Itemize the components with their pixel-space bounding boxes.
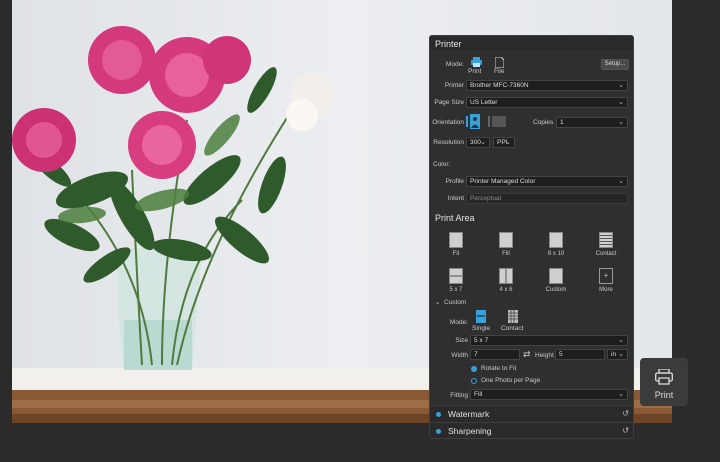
more-plus-icon: + bbox=[599, 268, 613, 284]
printer-icon bbox=[655, 369, 673, 385]
printer-select[interactable]: Brother MFC-7360N ⌄ bbox=[466, 80, 628, 91]
custom-mode-label: Mode: bbox=[449, 319, 468, 326]
watermark-label: Watermark bbox=[448, 409, 490, 419]
tile-contact[interactable]: Contact bbox=[586, 232, 626, 257]
tile-custom[interactable]: Custom bbox=[536, 268, 576, 293]
chevron-down-icon: ⌄ bbox=[480, 139, 486, 146]
custom-collapse-chevron-icon[interactable]: ⌄ bbox=[435, 298, 440, 306]
one-photo-per-page-label: One Photo per Page bbox=[481, 377, 541, 384]
width-label: Width bbox=[451, 352, 468, 359]
4x6-icon bbox=[499, 268, 513, 284]
chevron-down-icon: ⌄ bbox=[618, 99, 624, 106]
fitting-label: Fitting bbox=[450, 392, 468, 399]
resolution-label: Resolution bbox=[433, 139, 464, 146]
unit-select[interactable]: in ⌄ bbox=[607, 349, 628, 360]
printer-label: Printer bbox=[444, 82, 464, 89]
landscape-orientation-icon[interactable] bbox=[488, 114, 508, 129]
file-mode-icon[interactable] bbox=[492, 56, 506, 68]
printer-mode-icon[interactable] bbox=[468, 56, 484, 68]
print-button-label: Print bbox=[654, 390, 674, 400]
orientation-label: Orientation bbox=[432, 119, 464, 126]
tile-5x7[interactable]: 5 x 7 bbox=[436, 268, 476, 293]
height-label: Height bbox=[535, 352, 554, 359]
5x7-icon bbox=[449, 268, 463, 284]
profile-label: Profile bbox=[445, 178, 464, 185]
tile-fit[interactable]: Fit bbox=[436, 232, 476, 257]
printer-mode-label[interactable]: Print bbox=[468, 68, 481, 75]
contact-sheet-icon bbox=[599, 232, 613, 248]
watermark-section[interactable]: Watermark ↺ bbox=[430, 405, 633, 422]
tile-4x6[interactable]: 4 x 6 bbox=[486, 268, 526, 293]
tile-fill[interactable]: Fill bbox=[486, 232, 526, 257]
chevron-down-icon: ⌄ bbox=[618, 391, 624, 398]
fit-icon bbox=[449, 232, 463, 248]
print-panel: Printer Mode: Print File Setup... Printe… bbox=[429, 35, 634, 439]
single-mode-label[interactable]: Single bbox=[472, 325, 490, 332]
custom-icon bbox=[549, 268, 563, 284]
page-size-label: Page Size bbox=[434, 99, 464, 106]
sharpening-section[interactable]: Sharpening ↺ bbox=[430, 422, 633, 438]
intent-label: Intent bbox=[447, 195, 464, 202]
copies-field[interactable]: 1 ⌄ bbox=[556, 117, 628, 128]
chevron-down-icon: ⌄ bbox=[505, 139, 511, 146]
sharpening-enabled-dot[interactable] bbox=[436, 429, 441, 434]
profile-select[interactable]: Printer Managed Color ⌄ bbox=[466, 176, 628, 187]
intent-select: Perceptual bbox=[466, 193, 628, 204]
fill-icon bbox=[499, 232, 513, 248]
chevron-down-icon: ⌄ bbox=[618, 119, 624, 126]
tile-8x10[interactable]: 8 x 10 bbox=[536, 232, 576, 257]
print-button[interactable]: Print bbox=[640, 358, 688, 406]
chevron-down-icon: ⌄ bbox=[618, 337, 624, 344]
size-select[interactable]: 5 x 7 ⌄ bbox=[470, 335, 628, 346]
watermark-enabled-dot[interactable] bbox=[436, 412, 441, 417]
chevron-down-icon: ⌄ bbox=[618, 351, 624, 358]
tile-more[interactable]: + More bbox=[586, 268, 626, 293]
page-size-select[interactable]: US Letter ⌄ bbox=[466, 97, 628, 108]
setup-button[interactable]: Setup... bbox=[601, 59, 629, 70]
chevron-down-icon: ⌄ bbox=[618, 178, 624, 185]
reset-icon[interactable]: ↺ bbox=[622, 409, 629, 418]
fitting-select[interactable]: Fill ⌄ bbox=[470, 389, 628, 400]
custom-section-title: Custom bbox=[444, 299, 467, 306]
resolution-select[interactable]: 300 ⌄ bbox=[466, 137, 490, 148]
color-label: Color: bbox=[433, 161, 451, 168]
copies-label: Copies bbox=[533, 119, 554, 126]
rotate-to-fit-label: Rotate to Fit bbox=[481, 365, 517, 372]
contact-mode-label[interactable]: Contact bbox=[501, 325, 523, 332]
reset-icon[interactable]: ↺ bbox=[622, 426, 629, 435]
mode-label: Mode: bbox=[445, 61, 464, 68]
resolution-unit-select[interactable]: PPI ⌄ bbox=[493, 137, 515, 148]
width-input[interactable]: 7 bbox=[470, 349, 520, 360]
rotate-to-fit-radio[interactable] bbox=[471, 366, 477, 372]
single-mode-icon[interactable] bbox=[474, 309, 488, 323]
panel-title: Printer bbox=[430, 36, 633, 50]
print-area-title: Print Area bbox=[435, 213, 475, 223]
file-mode-label[interactable]: File bbox=[494, 68, 504, 75]
contact-mode-icon[interactable] bbox=[506, 309, 520, 323]
swap-dimensions-icon[interactable]: ⇄ bbox=[523, 349, 531, 360]
size-label: Size bbox=[455, 337, 468, 344]
height-input[interactable]: 5 bbox=[555, 349, 605, 360]
sharpening-label: Sharpening bbox=[448, 426, 492, 436]
chevron-down-icon: ⌄ bbox=[618, 82, 624, 89]
one-photo-per-page-radio[interactable] bbox=[471, 378, 477, 384]
8x10-icon bbox=[549, 232, 563, 248]
portrait-orientation-icon[interactable] bbox=[466, 114, 482, 129]
